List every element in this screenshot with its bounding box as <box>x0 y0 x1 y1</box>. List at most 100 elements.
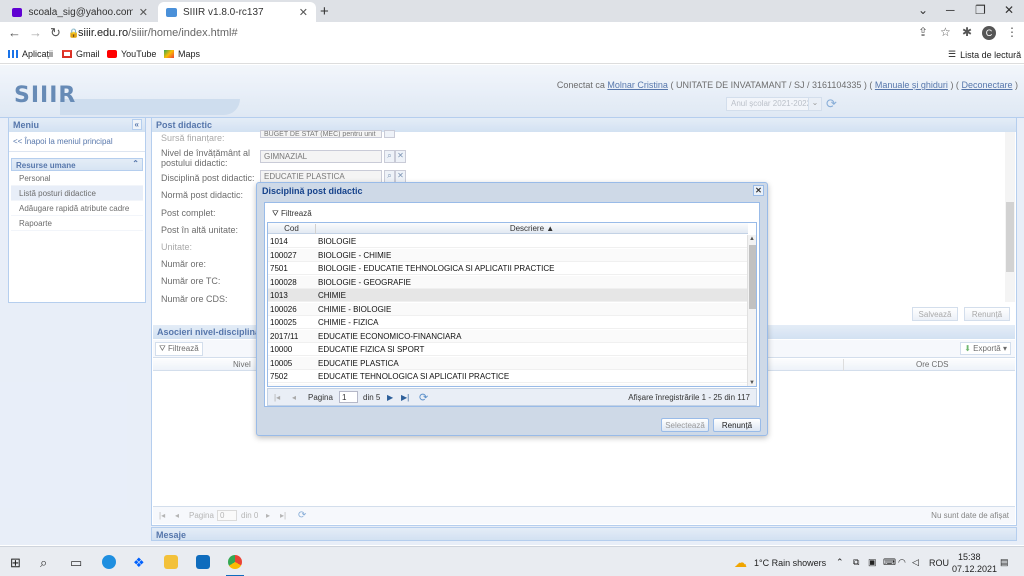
cell-cod: 7501 <box>270 264 288 273</box>
prev-page-icon[interactable]: ◂ <box>292 393 296 402</box>
apps-grid-icon <box>8 50 18 58</box>
col-cod[interactable]: Cod <box>268 224 316 234</box>
grid-scrollbar[interactable]: ▲ ▼ <box>747 235 756 386</box>
tray-icon-1[interactable]: ⧉ <box>853 557 859 568</box>
close-icon[interactable]: ✕ <box>753 185 764 196</box>
cell-descriere: EDUCATIE PLASTICA <box>318 358 399 368</box>
url-field[interactable]: siiir.edu.ro/siiir/home/index.html# <box>78 27 238 39</box>
refresh-icon[interactable]: ⟳ <box>419 391 428 404</box>
tray-chevron-up-icon[interactable]: ⌃ <box>836 557 844 568</box>
bookmark-gmail[interactable]: Gmail <box>62 49 100 59</box>
grid-row[interactable]: 100028 BIOLOGIE - GEOGRAFIE <box>268 275 748 289</box>
bookmark-apps[interactable]: Aplicații <box>8 49 53 59</box>
grid-row[interactable]: 100026 CHIMIE - BIOLOGIE <box>268 302 748 316</box>
browser-menu-icon[interactable]: ⋮ <box>1006 25 1018 39</box>
browser-tab-bar: scoala_sig@yahoo.com - Yahoo ✕ SIIIR v1.… <box>0 0 1024 22</box>
cell-descriere: BIOLOGIE <box>318 237 357 246</box>
dialog-title-bar[interactable]: Disciplină post didactic ✕ <box>257 183 767 199</box>
cell-cod: 100026 <box>270 304 297 314</box>
tab-search-icon[interactable]: ⌄ <box>918 3 928 17</box>
grid-row[interactable]: 10000 EDUCATIE FIZICA SI SPORT <box>268 343 748 356</box>
cell-descriere: BIOLOGIE - GEOGRAFIE <box>318 277 411 287</box>
tray-icon-2[interactable]: ▣ <box>868 557 877 568</box>
task-view-icon[interactable]: ▭ <box>70 555 82 571</box>
windows-taskbar: ⊞ ⌕ ▭ ❖ ☁ 1°C Rain showers ⌃ ⧉ ▣ ⌨ ◠ ◁ R… <box>0 546 1024 576</box>
tab-siiir[interactable]: SIIIR v1.8.0-rc137 ✕ <box>158 2 316 22</box>
url-domain: siiir.edu.ro <box>78 27 129 39</box>
search-icon[interactable]: ⌕ <box>40 555 47 571</box>
grid-row[interactable]: 100027 BIOLOGIE - CHIMIE <box>268 248 748 262</box>
edge-icon[interactable] <box>102 555 116 569</box>
close-window-button[interactable]: ✕ <box>1004 3 1014 17</box>
chrome-icon[interactable] <box>228 555 242 569</box>
tab-yahoo[interactable]: scoala_sig@yahoo.com - Yahoo ✕ <box>4 2 156 22</box>
close-tab-icon[interactable]: ✕ <box>299 6 308 19</box>
clock-time[interactable]: 15:38 <box>958 552 981 562</box>
cell-descriere: EDUCATIE TEHNOLOGICA SI APLICATII PRACTI… <box>318 372 510 381</box>
restore-button[interactable]: ❐ <box>975 3 986 17</box>
close-tab-icon[interactable]: ✕ <box>139 6 148 19</box>
cancel-button[interactable]: Renunță <box>713 418 761 432</box>
scroll-up-icon[interactable]: ▲ <box>749 236 755 242</box>
forward-arrow-icon[interactable]: → <box>29 25 42 40</box>
reading-list[interactable]: ☰ Lista de lectură <box>948 49 1021 60</box>
back-arrow-icon[interactable]: ← <box>8 25 21 40</box>
cell-cod: 100028 <box>270 277 297 287</box>
next-page-icon[interactable]: ▶ <box>387 393 393 402</box>
dropbox-icon[interactable]: ❖ <box>133 555 145 571</box>
bookmark-star-icon[interactable]: ☆ <box>940 25 951 39</box>
grid-row[interactable]: 1014 BIOLOGIE <box>268 235 748 248</box>
volume-icon[interactable]: ◁ <box>912 557 919 568</box>
cell-descriere: EDUCATIE ECONOMICO-FINANCIARA <box>318 331 462 341</box>
extensions-icon[interactable]: ✱ <box>962 25 972 39</box>
new-tab-button[interactable]: + <box>320 3 329 20</box>
grid-row[interactable]: 2017/11 EDUCATIE ECONOMICO-FINANCIARA <box>268 329 748 343</box>
bookmark-youtube[interactable]: YouTube <box>107 49 156 59</box>
wifi-icon[interactable]: ◠ <box>898 557 906 568</box>
scroll-down-icon[interactable]: ▼ <box>749 380 755 386</box>
first-page-icon[interactable]: |◂ <box>274 393 280 402</box>
windows-start-icon[interactable]: ⊞ <box>10 555 21 571</box>
dialog-filter-button[interactable]: Filtrează <box>281 209 312 218</box>
page-input[interactable]: 1 <box>339 391 358 403</box>
last-page-icon[interactable]: ▶| <box>401 393 409 402</box>
cell-cod: 1013 <box>270 291 288 300</box>
share-icon[interactable]: ⇪ <box>918 25 928 39</box>
filter-icon[interactable]: ⛛ <box>272 209 279 218</box>
weather-text[interactable]: 1°C Rain showers <box>754 558 826 568</box>
cell-descriere: CHIMIE - FIZICA <box>318 318 379 327</box>
profile-avatar[interactable]: C <box>982 26 996 40</box>
cell-descriere: BIOLOGIE - EDUCATIE TEHNOLOGICA SI APLIC… <box>318 264 555 273</box>
grid-row[interactable]: 7502 EDUCATIE TEHNOLOGICA SI APLICATII PR… <box>268 370 748 383</box>
file-explorer-icon[interactable] <box>164 555 178 569</box>
grid-row[interactable]: 7501 BIOLOGIE - EDUCATIE TEHNOLOGICA SI A… <box>268 262 748 275</box>
bookmark-label: YouTube <box>121 49 157 59</box>
reload-icon[interactable]: ↻ <box>50 25 61 41</box>
yahoo-mail-icon <box>12 7 23 17</box>
cell-cod: 10000 <box>270 345 293 354</box>
grid-row[interactable]: 100025 CHIMIE - FIZICA <box>268 316 748 329</box>
dialog-toolbar: ⛛ Filtrează <box>267 205 757 221</box>
mail-icon[interactable] <box>196 555 210 569</box>
dialog-paging: |◂ ◂ Pagina 1 din 5 ▶ ▶| ⟳ Afișare înreg… <box>267 388 757 406</box>
tray-icon-3[interactable]: ⌨ <box>883 557 896 568</box>
col-descriere[interactable]: Descriere ▲ <box>316 224 748 233</box>
weather-icon[interactable]: ☁ <box>734 555 747 571</box>
dialog-title: Disciplină post didactic <box>262 186 363 196</box>
cell-descriere: CHIMIE <box>318 291 346 300</box>
maps-icon <box>164 50 174 58</box>
language-indicator[interactable]: ROU <box>929 558 949 568</box>
bookmark-maps[interactable]: Maps <box>164 49 200 59</box>
grid-row[interactable]: 1013 CHIMIE <box>268 289 748 302</box>
bookmarks-bar: Aplicații Gmail YouTube Maps ☰ Lista de … <box>0 44 1024 64</box>
select-button[interactable]: Selectează <box>661 418 709 432</box>
grid-row[interactable]: 7503 EDUCATIE TEHNOLOGICA SI APLICATII PR… <box>268 383 748 386</box>
minimize-button[interactable]: ─ <box>946 3 955 17</box>
grid-row[interactable]: 10005 EDUCATIE PLASTICA <box>268 356 748 370</box>
bookmark-label: Maps <box>178 49 201 59</box>
cell-descriere: EDUCATIE FIZICA SI SPORT <box>318 345 425 354</box>
disciplina-grid: Cod Descriere ▲ 1014 BIOLOGIE 100027 BIOLOG… <box>267 222 757 387</box>
notifications-icon[interactable]: ▤ <box>1000 557 1009 568</box>
clock-date[interactable]: 07.12.2021 <box>952 564 997 574</box>
scrollbar-thumb[interactable] <box>749 245 756 309</box>
